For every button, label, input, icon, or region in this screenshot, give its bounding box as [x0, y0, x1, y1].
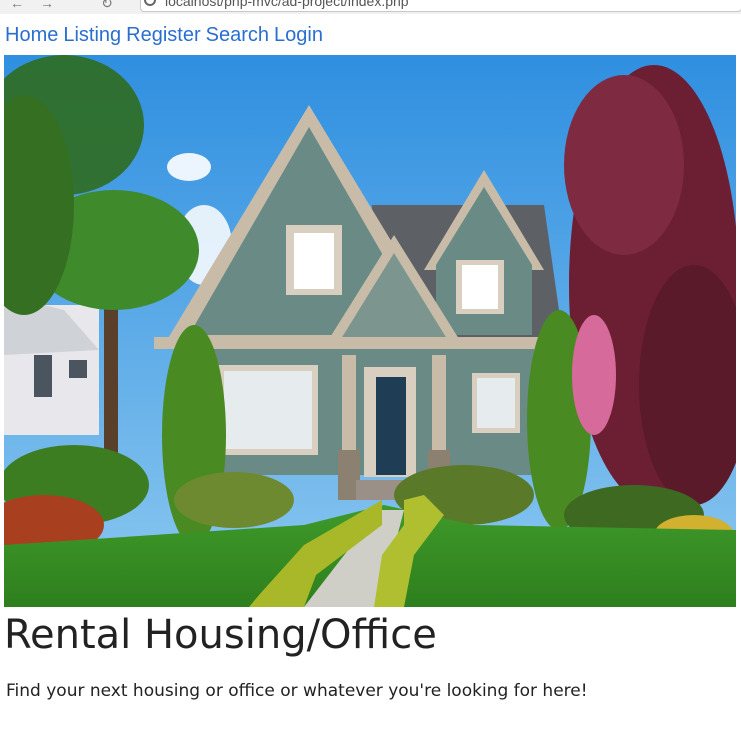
page-subtitle: Find your next housing or office or what…: [6, 681, 588, 701]
nav-link-register[interactable]: Register: [126, 24, 200, 46]
reload-icon[interactable]: ↻: [100, 0, 114, 10]
address-text[interactable]: localhost/php-mvc/ad-project/index.php: [165, 0, 409, 9]
hero-image: [4, 55, 736, 607]
address-bar[interactable]: localhost/php-mvc/ad-project/index.php: [140, 0, 741, 12]
nav-link-listing[interactable]: Listing: [63, 24, 121, 46]
top-nav: Home Listing Register Search Login: [5, 24, 328, 47]
browser-toolbar: ← → ↻ localhost/php-mvc/ad-project/index…: [0, 0, 741, 14]
forward-arrow-icon[interactable]: →: [40, 0, 54, 10]
nav-link-search[interactable]: Search: [206, 24, 269, 46]
back-arrow-icon[interactable]: ←: [10, 0, 24, 10]
page-info-icon[interactable]: [144, 0, 156, 6]
nav-link-home[interactable]: Home: [5, 24, 58, 46]
page-title: Rental Housing/Office: [4, 612, 437, 658]
house-photo: [4, 55, 736, 607]
nav-link-login[interactable]: Login: [274, 24, 323, 46]
